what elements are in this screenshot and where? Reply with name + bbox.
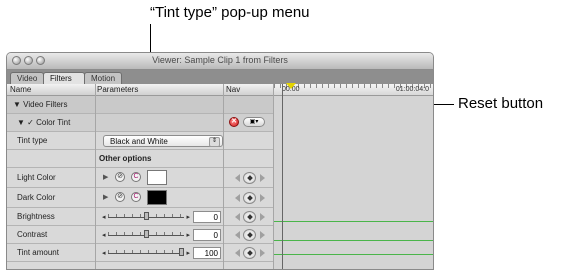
- tint-amount-label: Tint amount: [17, 248, 59, 257]
- prev-keyframe-icon: [235, 213, 240, 221]
- tint-type-popup[interactable]: Black and White ⇕: [103, 135, 223, 147]
- brightness-label: Brightness: [17, 212, 55, 221]
- keyframe-nav[interactable]: [235, 211, 265, 223]
- brightness-keyframe-line[interactable]: [274, 221, 433, 222]
- color-tint-label: Color Tint: [36, 118, 71, 127]
- brightness-value-field[interactable]: 0: [193, 211, 221, 223]
- slider-min-arrow-icon[interactable]: ◂: [102, 249, 106, 257]
- timeline-ruler[interactable]: 00:00 01:00:04:0: [274, 84, 433, 96]
- light-color-swatch[interactable]: [147, 170, 167, 185]
- color-picker-icon[interactable]: C: [131, 192, 141, 202]
- next-keyframe-icon: [260, 174, 265, 182]
- add-keyframe-button: [243, 172, 256, 184]
- contrast-value-field[interactable]: 0: [193, 229, 221, 241]
- column-divider: [95, 84, 96, 269]
- disclosure-triangle-icon[interactable]: ▼: [13, 100, 21, 109]
- tint-amount-value-field[interactable]: 100: [193, 247, 221, 259]
- keyframe-nav[interactable]: [235, 247, 265, 259]
- column-divider: [223, 84, 224, 269]
- enable-checkbox-icon[interactable]: ✓: [27, 118, 34, 127]
- keyframe-diamond-icon: [247, 250, 253, 256]
- dark-color-label: Dark Color: [17, 193, 56, 202]
- slider-min-arrow-icon[interactable]: ◂: [102, 213, 106, 221]
- prev-keyframe-icon: [235, 194, 240, 202]
- add-keyframe-button: [243, 229, 256, 241]
- slider-min-arrow-icon[interactable]: ◂: [102, 231, 106, 239]
- column-nav: Nav: [226, 85, 241, 94]
- disclosure-arrow-icon[interactable]: ▶: [103, 173, 108, 181]
- disclosure-triangle-icon[interactable]: ▼: [17, 118, 25, 127]
- reset-button[interactable]: ✕: [229, 117, 239, 127]
- keyframe-diamond-icon: [247, 214, 253, 220]
- video-filters-label: Video Filters: [23, 100, 68, 109]
- window-title: Viewer: Sample Clip 1 from Filters: [152, 55, 288, 65]
- tint-type-value: Black and White: [110, 137, 168, 146]
- add-keyframe-button: [243, 211, 256, 223]
- tint-type-label: Tint type: [17, 136, 48, 145]
- eyedropper-icon[interactable]: ⊘: [115, 172, 125, 182]
- timeline-end-time: 01:00:04:0: [395, 86, 429, 93]
- tint-amount-keyframe-line[interactable]: [274, 254, 433, 255]
- disclosure-arrow-icon[interactable]: ▶: [103, 193, 108, 201]
- keyframe-nav[interactable]: [235, 172, 265, 184]
- slider-thumb[interactable]: [143, 230, 149, 238]
- playhead-marker-icon[interactable]: [286, 83, 296, 89]
- tab-bar: Video Filters Motion: [7, 70, 433, 84]
- keyframe-diamond-icon: [247, 175, 253, 181]
- tab-filters[interactable]: Filters: [43, 72, 85, 84]
- slider-track: [108, 253, 184, 254]
- slider-thumb[interactable]: [179, 248, 184, 256]
- tint-amount-slider[interactable]: ◂ ▸: [102, 248, 190, 258]
- add-keyframe-button: [243, 247, 256, 259]
- next-keyframe-icon: [260, 249, 265, 257]
- dark-color-swatch[interactable]: [147, 190, 167, 205]
- viewer-window: Viewer: Sample Clip 1 from Filters Video…: [6, 52, 434, 270]
- prev-keyframe-icon: [235, 249, 240, 257]
- keyframe-diamond-icon: [247, 195, 253, 201]
- tab-motion[interactable]: Motion: [84, 72, 122, 84]
- column-parameters: Parameters: [97, 85, 139, 94]
- next-keyframe-icon: [260, 231, 265, 239]
- contrast-keyframe-line[interactable]: [274, 240, 433, 241]
- eyedropper-icon[interactable]: ⊘: [115, 192, 125, 202]
- keyframe-timeline[interactable]: 00:00 01:00:04:0: [274, 83, 433, 269]
- slider-max-arrow-icon[interactable]: ▸: [186, 213, 190, 221]
- keyframe-diamond-icon: [247, 232, 253, 238]
- brightness-slider[interactable]: ◂ ▸: [102, 212, 190, 222]
- column-name: Name: [10, 85, 32, 94]
- next-keyframe-icon: [260, 194, 265, 202]
- keyframe-nav[interactable]: [235, 229, 265, 241]
- keyframe-nav[interactable]: [235, 192, 265, 204]
- tab-video[interactable]: Video: [10, 72, 44, 84]
- color-picker-icon[interactable]: C: [131, 172, 141, 182]
- other-options-label: Other options: [99, 154, 152, 163]
- contrast-slider[interactable]: ◂ ▸: [102, 230, 190, 240]
- reset-menu-button[interactable]: ▣▾: [243, 117, 265, 127]
- title-bar[interactable]: Viewer: Sample Clip 1 from Filters: [7, 53, 433, 70]
- contrast-label: Contrast: [17, 230, 48, 239]
- playhead[interactable]: [282, 83, 296, 269]
- callout-reset-button: Reset button: [458, 95, 544, 112]
- slider-max-arrow-icon[interactable]: ▸: [186, 231, 190, 239]
- prev-keyframe-icon: [235, 231, 240, 239]
- callout-tint-type-popup: “Tint type” pop-up menu: [150, 4, 310, 21]
- slider-thumb[interactable]: [143, 212, 149, 220]
- next-keyframe-icon: [260, 213, 265, 221]
- popup-arrows-icon: ⇕: [209, 137, 220, 147]
- slider-max-arrow-icon[interactable]: ▸: [186, 249, 190, 257]
- prev-keyframe-icon: [235, 174, 240, 182]
- light-color-label: Light Color: [17, 173, 56, 182]
- add-keyframe-button: [243, 192, 256, 204]
